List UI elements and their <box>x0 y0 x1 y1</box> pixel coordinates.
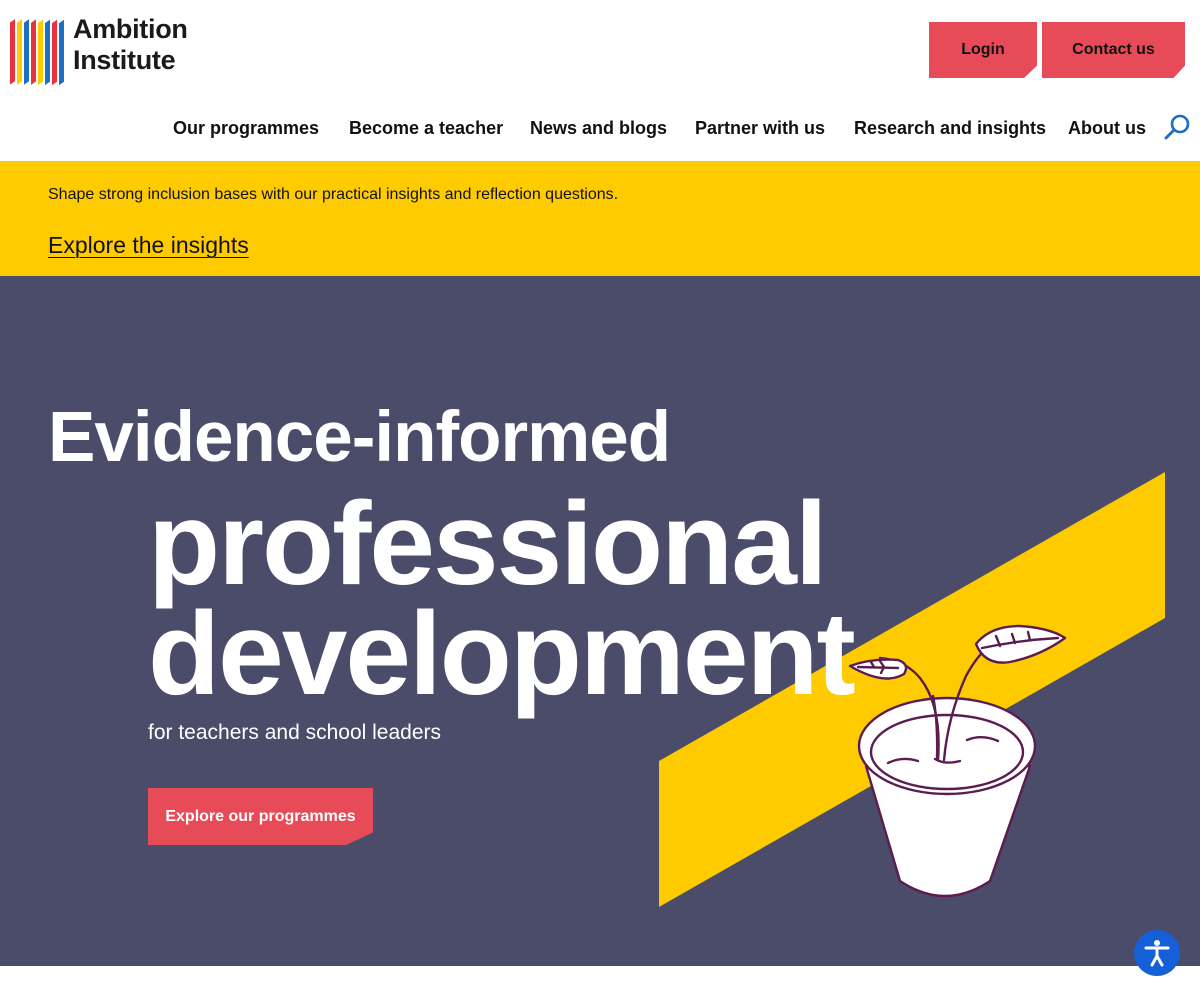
ambition-institute-logo[interactable]: Ambition Institute <box>8 14 198 86</box>
login-button[interactable]: Login <box>929 22 1037 78</box>
explore-insights-link[interactable]: Explore the insights <box>48 232 249 259</box>
site-header: Ambition Institute Login Contact us Our … <box>0 0 1200 161</box>
hero-subtitle: for teachers and school leaders <box>148 721 442 744</box>
headline-line-1: Evidence-informed <box>48 398 671 477</box>
nav-item-about-us[interactable]: About us <box>1068 118 1146 139</box>
accessibility-button[interactable] <box>1134 930 1180 976</box>
nav-item-our-programmes[interactable]: Our programmes <box>173 118 319 139</box>
logo-line-2: Institute <box>73 45 176 75</box>
main-navigation: Our programmes Become a teacher News and… <box>0 118 1200 148</box>
logo-wordmark: Ambition Institute <box>73 14 188 76</box>
headline-line-3: development <box>148 588 856 720</box>
contact-us-button[interactable]: Contact us <box>1042 22 1185 78</box>
nav-item-research-and-insights[interactable]: Research and insights <box>854 118 1046 139</box>
nav-item-become-a-teacher[interactable]: Become a teacher <box>349 118 503 139</box>
logo-stripes-icon <box>10 19 64 86</box>
nav-item-news-and-blogs[interactable]: News and blogs <box>530 118 667 139</box>
nav-item-partner-with-us[interactable]: Partner with us <box>695 118 825 139</box>
announcement-banner: Shape strong inclusion bases with our pr… <box>0 161 1200 276</box>
hero-section: Evidence-informed professional developme… <box>0 276 1200 966</box>
search-icon[interactable] <box>1163 113 1191 141</box>
headline-line-2: professional <box>148 478 828 610</box>
logo-line-1: Ambition <box>73 14 188 44</box>
explore-programmes-button[interactable]: Explore our programmes <box>148 788 373 845</box>
banner-text: Shape strong inclusion bases with our pr… <box>48 186 619 203</box>
accessibility-icon <box>1144 940 1170 967</box>
